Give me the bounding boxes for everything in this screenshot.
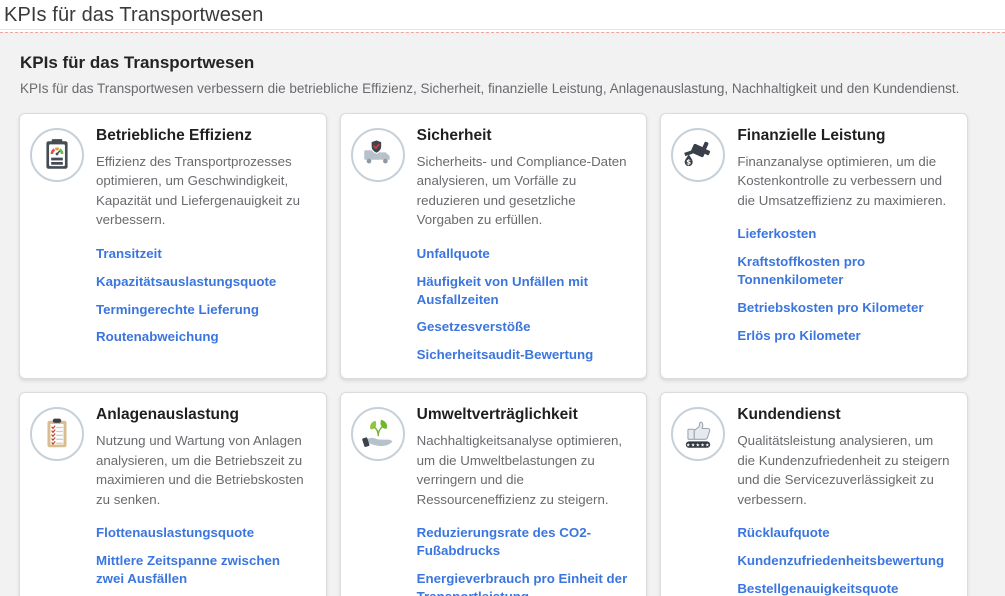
card-link-list: Reduzierungsrate des CO2-Fußabdrucks Ene… <box>417 524 633 596</box>
card-description: Nachhaltigkeitsanalyse optimieren, um di… <box>417 431 633 509</box>
page-header: KPIs für das Transportwesen <box>0 0 1005 30</box>
card-description: Sicherheits- und Compliance-Daten analys… <box>417 152 633 230</box>
stars-glyph: ★★★★★ <box>686 443 710 449</box>
kpi-card-sicherheit: Sicherheit Sicherheits- und Compliance-D… <box>340 113 648 379</box>
card-link-list: Flottenauslastungsquote Mittlere Zeitspa… <box>96 524 312 596</box>
link-bestellgenauigkeitsquote[interactable]: Bestellgenauigkeitsquote <box>737 580 953 596</box>
kpi-card-betriebliche-effizienz: Betriebliche Effizienz Effizienz des Tra… <box>19 113 327 379</box>
link-unfallquote[interactable]: Unfallquote <box>417 245 633 263</box>
link-kraftstoffkosten-pro-tonnenkilometer[interactable]: Kraftstoffkosten pro Tonnenkilometer <box>737 253 953 289</box>
link-erloes-pro-kilometer[interactable]: Erlös pro Kilometer <box>737 327 953 345</box>
card-title: Betriebliche Effizienz <box>96 127 312 145</box>
customer-thumbs-up-stars-icon: ★★★★★ <box>671 407 725 461</box>
kpi-card-anlagenauslastung: Anlagenauslastung Nutzung und Wartung vo… <box>19 392 327 596</box>
link-reduzierungsrate-co2-fussabdruck[interactable]: Reduzierungsrate des CO2-Fußabdrucks <box>417 524 633 560</box>
link-routenabweichung[interactable]: Routenabweichung <box>96 328 312 346</box>
section-description: KPIs für das Transportwesen verbessern d… <box>20 81 968 96</box>
card-title: Finanzielle Leistung <box>737 127 953 145</box>
asset-checklist-clipboard-icon <box>30 407 84 461</box>
card-description: Qualitätsleistung analysieren, um die Ku… <box>737 431 953 509</box>
section-heading: KPIs für das Transportwesen <box>20 53 968 73</box>
card-link-list: Rücklaufquote Kundenzufriedenheitsbewert… <box>737 524 953 596</box>
kpi-card-grid: Betriebliche Effizienz Effizienz des Tra… <box>19 113 968 596</box>
link-kapazitaetsauslastungsquote[interactable]: Kapazitätsauslastungsquote <box>96 273 312 291</box>
card-link-list: Unfallquote Häufigkeit von Unfällen mit … <box>417 245 633 365</box>
sustainability-hand-plant-icon <box>351 407 405 461</box>
link-energieverbrauch-pro-einheit[interactable]: Energieverbrauch pro Einheit der Transpo… <box>417 570 633 596</box>
link-mittlere-zeitspanne-zwischen-ausfaellen[interactable]: Mittlere Zeitspanne zwischen zwei Ausfäl… <box>96 552 312 588</box>
card-title: Sicherheit <box>417 127 633 145</box>
kpi-card-finanzielle-leistung: $ Finanzielle Leistung Finanzanalyse opt… <box>660 113 968 379</box>
card-description: Nutzung und Wartung von Anlagen analysie… <box>96 431 312 509</box>
card-title: Anlagenauslastung <box>96 406 312 424</box>
link-termingerechte-lieferung[interactable]: Termingerechte Lieferung <box>96 301 312 319</box>
dollar-glyph: $ <box>687 159 692 167</box>
card-link-list: Lieferkosten Kraftstoffkosten pro Tonnen… <box>737 225 953 345</box>
card-description: Effizienz des Transportprozesses optimie… <box>96 152 312 230</box>
card-title: Umweltverträglichkeit <box>417 406 633 424</box>
safety-truck-shield-icon <box>351 128 405 182</box>
efficiency-gauge-clipboard-icon <box>30 128 84 182</box>
kpi-card-umweltvertraeglichkeit: Umweltverträglichkeit Nachhaltigkeitsana… <box>340 392 648 596</box>
card-description: Finanzanalyse optimieren, um die Kostenk… <box>737 152 953 210</box>
card-link-list: Transitzeit Kapazitätsauslastungsquote T… <box>96 245 312 347</box>
link-transitzeit[interactable]: Transitzeit <box>96 245 312 263</box>
link-lieferkosten[interactable]: Lieferkosten <box>737 225 953 243</box>
link-kundenzufriedenheitsbewertung[interactable]: Kundenzufriedenheitsbewertung <box>737 552 953 570</box>
kpi-card-kundendienst: ★★★★★ Kundendienst Qualitätsleistung ana… <box>660 392 968 596</box>
link-sicherheitsaudit-bewertung[interactable]: Sicherheitsaudit-Bewertung <box>417 346 633 364</box>
fuel-nozzle-dollar-icon: $ <box>671 128 725 182</box>
link-flottenauslastungsquote[interactable]: Flottenauslastungsquote <box>96 524 312 542</box>
link-haeufigkeit-von-unfaellen[interactable]: Häufigkeit von Unfällen mit Ausfallzeite… <box>417 273 633 309</box>
link-gesetzesverstoesse[interactable]: Gesetzesverstöße <box>417 318 633 336</box>
kpi-section-panel: KPIs für das Transportwesen KPIs für das… <box>0 32 1005 596</box>
link-ruecklaufquote[interactable]: Rücklaufquote <box>737 524 953 542</box>
card-title: Kundendienst <box>737 406 953 424</box>
link-betriebskosten-pro-kilometer[interactable]: Betriebskosten pro Kilometer <box>737 299 953 317</box>
page-title: KPIs für das Transportwesen <box>4 4 264 26</box>
